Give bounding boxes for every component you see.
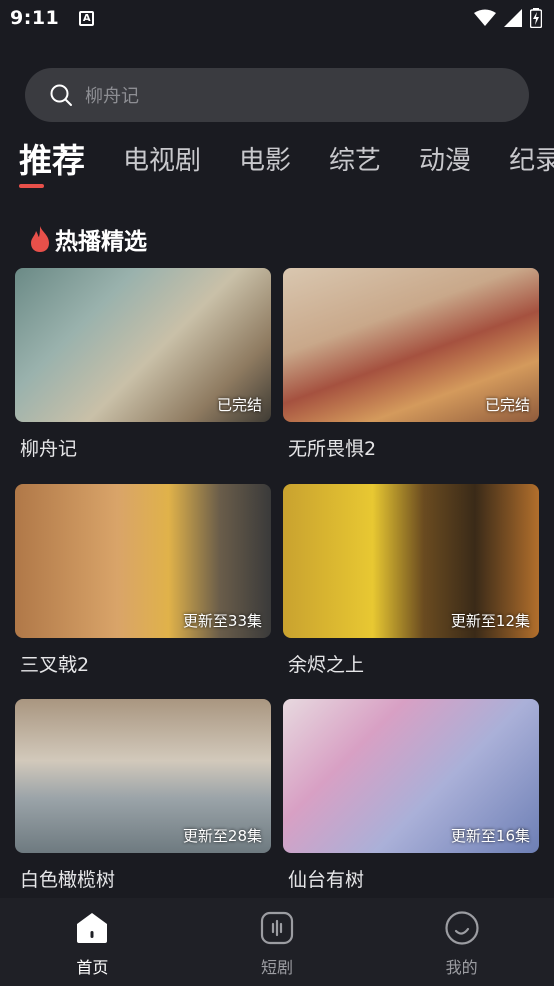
home-icon xyxy=(77,913,108,943)
drama-card[interactable]: 更新至12集 余烬之上 xyxy=(283,484,539,677)
category-tabs: 推荐 电视剧 电影 综艺 动漫 纪录 xyxy=(19,132,554,192)
nav-short-drama-label: 短剧 xyxy=(261,958,294,977)
poster-image[interactable]: 更新至28集 xyxy=(15,699,271,853)
drama-card[interactable]: 已完结 柳舟记 xyxy=(15,268,271,461)
card-title[interactable]: 三叉戟2 xyxy=(20,650,271,677)
nav-short-drama[interactable]: 短剧 xyxy=(185,898,370,986)
status-badge: 更新至33集 xyxy=(182,612,262,630)
section-header: 热播精选 xyxy=(29,222,147,256)
status-bar: 9:11 A xyxy=(0,0,554,36)
search-icon xyxy=(50,84,72,106)
card-title[interactable]: 无所畏惧2 xyxy=(288,434,539,461)
tab-variety[interactable]: 综艺 xyxy=(329,132,381,177)
bottom-nav: 首页 短剧 我的 xyxy=(0,898,554,986)
status-badge: 更新至16集 xyxy=(450,827,530,845)
status-badge: 已完结 xyxy=(484,396,530,414)
signal-icon xyxy=(504,9,522,27)
poster-image[interactable]: 更新至12集 xyxy=(283,484,539,638)
search-bar[interactable]: 柳舟记 xyxy=(25,68,529,122)
status-badge: 已完结 xyxy=(216,396,262,414)
drama-card[interactable]: 更新至33集 三叉戟2 xyxy=(15,484,271,677)
tab-movies[interactable]: 电影 xyxy=(239,132,291,177)
wifi-icon xyxy=(474,9,496,26)
status-badge: 更新至28集 xyxy=(182,827,262,845)
profile-icon xyxy=(445,911,479,945)
card-title[interactable]: 白色橄榄树 xyxy=(20,865,271,892)
drama-card[interactable]: 已完结 无所畏惧2 xyxy=(283,268,539,461)
card-title[interactable]: 仙台有树 xyxy=(288,865,539,892)
nav-profile-label: 我的 xyxy=(445,958,478,977)
nav-home[interactable]: 首页 xyxy=(0,898,185,986)
section-title: 热播精选 xyxy=(55,229,147,255)
tab-documentary[interactable]: 纪录 xyxy=(509,132,554,177)
search-placeholder: 柳舟记 xyxy=(85,86,139,107)
flame-icon xyxy=(31,226,49,252)
drama-card[interactable]: 更新至28集 白色橄榄树 xyxy=(15,699,271,892)
poster-image[interactable]: 更新至16集 xyxy=(283,699,539,853)
poster-image[interactable]: 已完结 xyxy=(15,268,271,422)
drama-card[interactable]: 更新至16集 仙台有树 xyxy=(283,699,539,892)
status-icons xyxy=(474,8,542,28)
card-title[interactable]: 余烬之上 xyxy=(288,650,539,677)
short-drama-icon xyxy=(260,911,294,945)
card-title[interactable]: 柳舟记 xyxy=(20,434,271,461)
notification-icon: A xyxy=(79,10,95,26)
active-tab-indicator xyxy=(19,184,44,188)
tab-recommend[interactable]: 推荐 xyxy=(19,132,85,182)
tab-tv-series[interactable]: 电视剧 xyxy=(123,132,201,177)
status-time: 9:11 xyxy=(10,7,60,29)
tab-anime[interactable]: 动漫 xyxy=(419,132,471,177)
nav-home-label: 首页 xyxy=(76,958,109,977)
battery-icon xyxy=(530,8,542,28)
nav-profile[interactable]: 我的 xyxy=(369,898,554,986)
poster-image[interactable]: 已完结 xyxy=(283,268,539,422)
poster-image[interactable]: 更新至33集 xyxy=(15,484,271,638)
status-badge: 更新至12集 xyxy=(450,612,530,630)
